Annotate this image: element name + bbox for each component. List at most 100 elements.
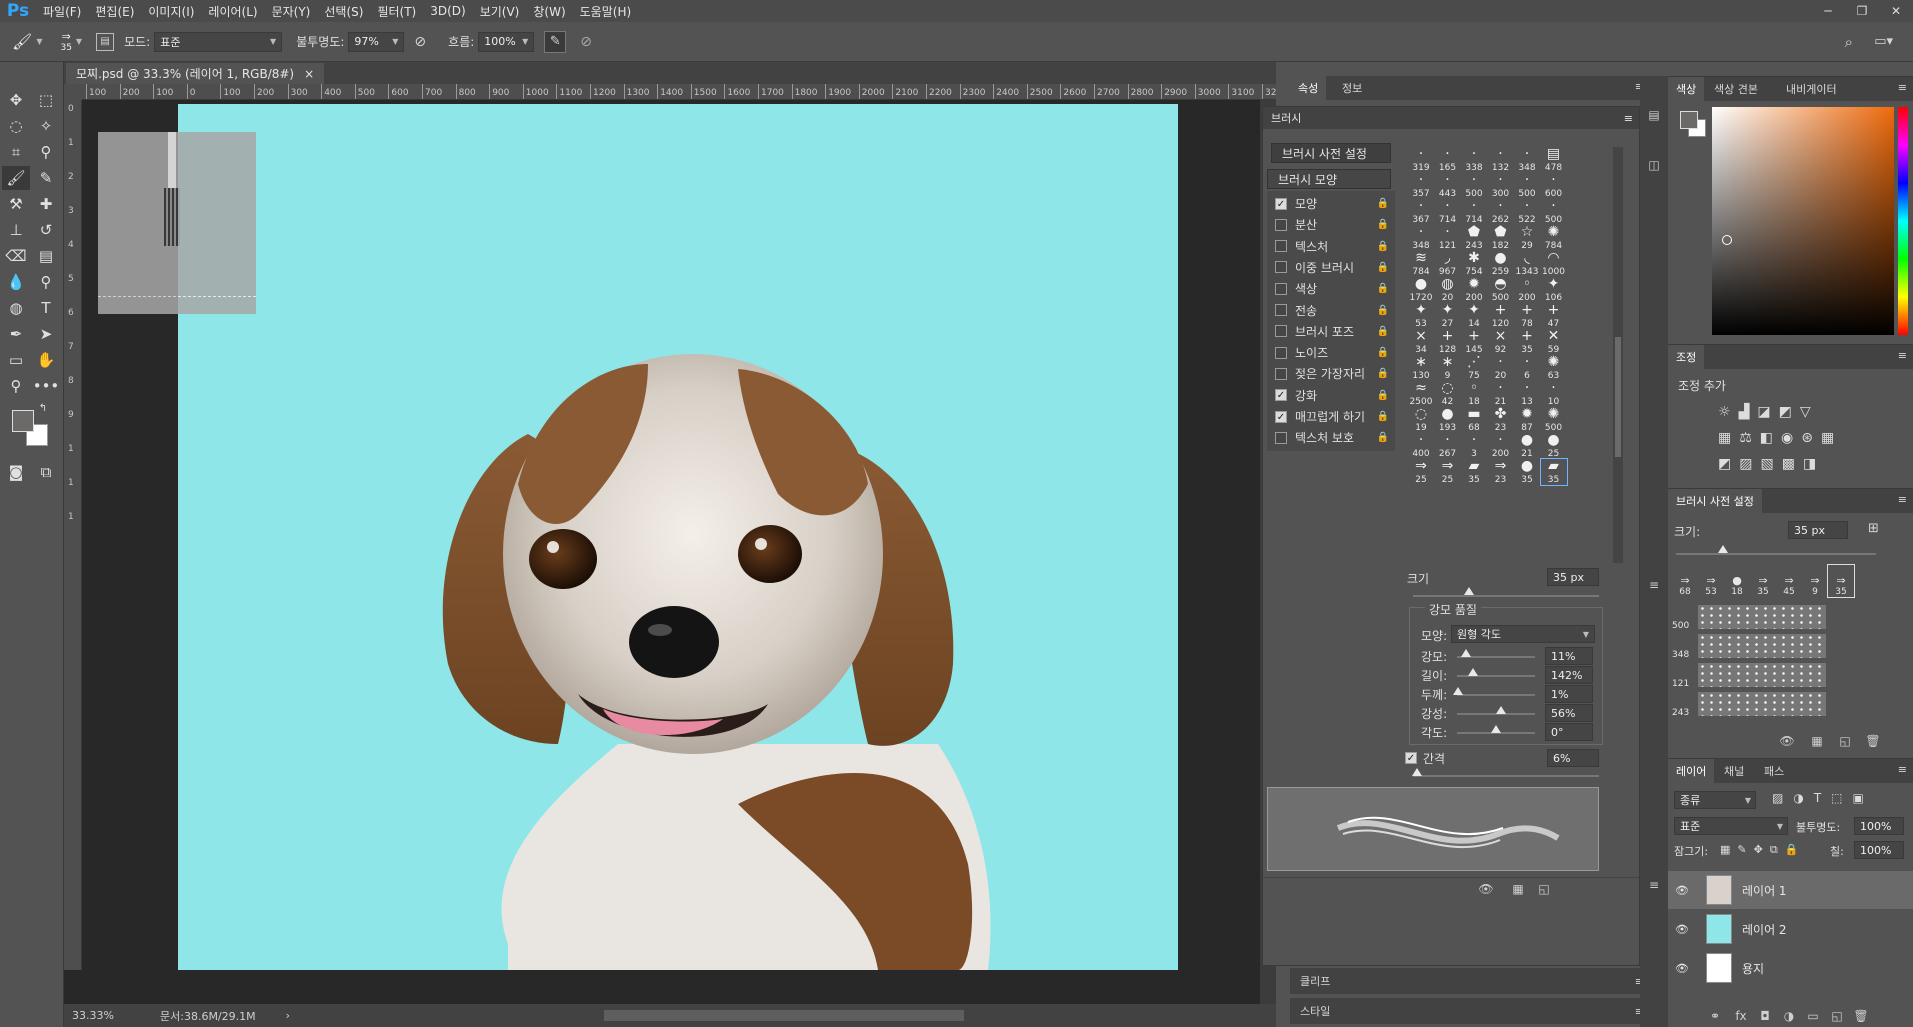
more-tools-icon[interactable]: ••• bbox=[32, 374, 60, 398]
lock-icon[interactable]: 🔒 bbox=[1377, 411, 1389, 422]
layer-style-icon[interactable]: fx bbox=[1730, 1007, 1752, 1025]
dock-panel-icon[interactable]: ◫ bbox=[1643, 156, 1665, 174]
spacing-slider[interactable] bbox=[1413, 775, 1599, 777]
lock-icon[interactable]: 🔒 bbox=[1377, 262, 1389, 273]
menu-select[interactable]: 선택(S) bbox=[317, 3, 370, 20]
tab-properties[interactable]: 속성 bbox=[1290, 76, 1327, 100]
brush-tip[interactable]: ✦ 14 bbox=[1461, 303, 1487, 329]
brush-option-checkbox[interactable] bbox=[1275, 282, 1287, 295]
brush-tip[interactable]: +35 bbox=[1514, 329, 1540, 355]
hue-slider[interactable] bbox=[1898, 107, 1908, 335]
delete-layer-icon[interactable]: 🗑 bbox=[1850, 1007, 1872, 1025]
brush-tip[interactable]: · 348 bbox=[1408, 225, 1434, 251]
brush-tip[interactable]: · 13 bbox=[1514, 381, 1540, 407]
lock-icon[interactable]: 🔒 bbox=[1377, 283, 1389, 294]
bristles-input[interactable]: 11% bbox=[1545, 647, 1593, 665]
new-preset-icon[interactable]: ◱ bbox=[1834, 732, 1856, 750]
size-slider[interactable] bbox=[1413, 595, 1599, 597]
menu-file[interactable]: 파일(F) bbox=[36, 3, 88, 20]
brush-option-8[interactable]: 젖은 가장자리 🔒 bbox=[1267, 363, 1393, 384]
brush-tip[interactable]: · 443 bbox=[1435, 173, 1461, 199]
brush-tip[interactable]: ▤ 478 bbox=[1541, 147, 1567, 173]
brush-tip[interactable]: ◟ 1343 bbox=[1514, 251, 1540, 277]
path-select-tool-icon[interactable]: ➤ bbox=[32, 322, 60, 346]
mode-select[interactable]: 표준 ▼ bbox=[154, 31, 283, 52]
toggle-live-tip-icon[interactable]: 👁 bbox=[1776, 732, 1798, 750]
brush-tip[interactable]: ✦ 27 bbox=[1435, 303, 1461, 329]
brush-tip[interactable]: ▬ 68 bbox=[1461, 407, 1487, 433]
filter-type-icon[interactable]: T bbox=[1814, 791, 1831, 805]
gradient-tool-icon[interactable]: ▤ bbox=[32, 244, 60, 268]
pencil-tool-icon[interactable]: ✎ bbox=[32, 166, 60, 190]
menu-edit[interactable]: 편집(E) bbox=[88, 3, 141, 20]
layer-row[interactable]: 👁 레이어 1 bbox=[1668, 871, 1913, 909]
brush-tip[interactable]: ⇒ 25 bbox=[1408, 459, 1434, 485]
brush-grid-icon[interactable]: ▦ bbox=[1806, 732, 1828, 750]
lock-icon[interactable]: 🔒 bbox=[1377, 368, 1389, 379]
angle-slider-thumb[interactable] bbox=[1491, 725, 1501, 733]
eyedropper-tool-icon[interactable]: ⚲ bbox=[32, 140, 60, 164]
tab-swatches[interactable]: 색상 견본 bbox=[1706, 77, 1766, 101]
layer-opacity-input[interactable]: 100% bbox=[1854, 817, 1904, 835]
filter-shape-icon[interactable]: ⬚ bbox=[1831, 791, 1852, 805]
brush-tip[interactable]: ◍ 20 bbox=[1435, 277, 1461, 303]
type-tool-icon[interactable]: T bbox=[32, 296, 60, 320]
brush-tip[interactable]: ☆ 29 bbox=[1514, 225, 1540, 251]
preset-stroke[interactable]: 348 bbox=[1672, 632, 1826, 660]
brush-tip[interactable]: · 500 bbox=[1541, 199, 1567, 225]
brush-tip[interactable]: · 522 bbox=[1514, 199, 1540, 225]
selective-color-icon[interactable]: ◨ bbox=[1803, 456, 1824, 472]
thickness-input[interactable]: 1% bbox=[1545, 685, 1593, 703]
brush-tip[interactable]: · 338 bbox=[1461, 147, 1487, 173]
menu-type[interactable]: 문자(Y) bbox=[265, 3, 318, 20]
stiffness-input[interactable]: 56% bbox=[1545, 704, 1593, 722]
brush-option-4[interactable]: 색상 🔒 bbox=[1267, 278, 1393, 299]
tab-color[interactable]: 색상 bbox=[1668, 77, 1705, 101]
lock-icon[interactable]: 🔒 bbox=[1377, 305, 1389, 316]
color-balance-icon[interactable]: ⚖ bbox=[1739, 430, 1760, 446]
foreground-color-swatch[interactable] bbox=[1680, 111, 1698, 129]
brush-picker[interactable]: ⇒ 35 bbox=[60, 30, 71, 53]
brush-presets-button[interactable]: 브러시 사전 설정 bbox=[1271, 143, 1391, 163]
horizontal-scrollbar[interactable] bbox=[604, 1010, 964, 1021]
menu-view[interactable]: 보기(V) bbox=[473, 3, 527, 20]
threshold-icon[interactable]: ▧ bbox=[1760, 456, 1781, 472]
brush-tip[interactable]: · 20 bbox=[1488, 355, 1514, 381]
marquee-tool-icon[interactable]: ⬚ bbox=[32, 88, 60, 112]
tab-channels[interactable]: 채널 bbox=[1716, 759, 1752, 783]
brush-tip[interactable]: ✺ 784 bbox=[1541, 225, 1567, 251]
brush-tip[interactable]: · 367 bbox=[1408, 199, 1434, 225]
brush-tip[interactable]: ⬟ 182 bbox=[1488, 225, 1514, 251]
brush-option-checkbox[interactable] bbox=[1275, 218, 1287, 231]
brush-tip[interactable]: ▰ 35 bbox=[1539, 458, 1568, 486]
canvas[interactable] bbox=[178, 104, 1178, 970]
preset-tip[interactable]: ⇒ 35 bbox=[1750, 565, 1776, 597]
brush-option-7[interactable]: 노이즈 🔒 bbox=[1267, 342, 1393, 363]
blend-mode-select[interactable]: 표준 ▼ bbox=[1674, 817, 1788, 835]
tab-layers[interactable]: 레이어 bbox=[1668, 759, 1715, 783]
brush-tool-icon[interactable]: 🖌 bbox=[2, 166, 30, 190]
lock-pixels-icon[interactable]: ✎ bbox=[1737, 843, 1753, 856]
tab-paths[interactable]: 패스 bbox=[1756, 759, 1792, 783]
levels-icon[interactable]: ▟ bbox=[1739, 404, 1758, 420]
brush-option-0[interactable]: ✓ 모양 🔒 bbox=[1267, 193, 1393, 214]
brush-tip[interactable]: ✤ 23 bbox=[1488, 407, 1514, 433]
dodge-tool-icon[interactable]: ⚲ bbox=[32, 270, 60, 294]
brush-tip[interactable]: ◞ 967 bbox=[1435, 251, 1461, 277]
magic-wand-tool-icon[interactable]: ✧ bbox=[32, 114, 60, 138]
layer-fill-input[interactable]: 100% bbox=[1854, 841, 1904, 859]
tab-navigator[interactable]: 내비게이터 bbox=[1778, 77, 1845, 101]
spacing-checkbox[interactable]: ✓ bbox=[1405, 752, 1417, 764]
brush-tip[interactable]: · 500 bbox=[1461, 173, 1487, 199]
brush-tip[interactable]: · 319 bbox=[1408, 147, 1434, 173]
brush-option-checkbox[interactable] bbox=[1275, 346, 1287, 359]
brush-tip[interactable]: · 262 bbox=[1488, 199, 1514, 225]
panel-menu-icon[interactable]: ≡ bbox=[1898, 349, 1907, 362]
brush-tip[interactable]: ▰ 35 bbox=[1461, 459, 1487, 485]
brush-tip[interactable]: ⇒ 23 bbox=[1488, 459, 1514, 485]
history-brush-tool-icon[interactable]: ↺ bbox=[32, 218, 60, 242]
brush-tip[interactable]: ✹ 87 bbox=[1514, 407, 1540, 433]
bristle-shape-select[interactable]: 원형 각도 ▼ bbox=[1451, 625, 1595, 643]
vibrance-icon[interactable]: ▽ bbox=[1800, 404, 1819, 420]
preset-size-slider-thumb[interactable] bbox=[1718, 545, 1728, 553]
